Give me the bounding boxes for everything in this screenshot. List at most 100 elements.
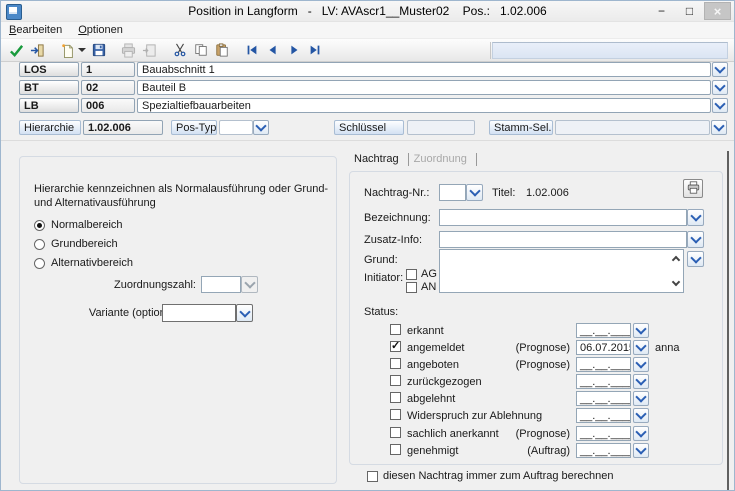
status-row-tag: (Prognose)	[500, 359, 570, 371]
new-dropdown-button[interactable]	[78, 40, 88, 60]
radio-icon	[34, 220, 45, 231]
nav-last-button[interactable]	[304, 40, 325, 60]
checkbox-icon[interactable]	[390, 341, 401, 352]
radio-icon	[34, 239, 45, 250]
checkbox-icon	[406, 269, 417, 280]
checkbox-nachtrag-zum-auftrag[interactable]: diesen Nachtrag immer zum Auftrag berech…	[367, 470, 614, 482]
hierarchy-value[interactable]: 1.02.006	[83, 120, 163, 135]
checkbox-label: AG	[421, 268, 437, 280]
copy-icon	[194, 43, 208, 57]
checkbox-icon[interactable]	[390, 358, 401, 369]
nachtrag-nr-field[interactable]	[439, 184, 466, 201]
status-date-dropdown-button[interactable]	[633, 323, 649, 338]
new-button[interactable]	[57, 40, 78, 60]
checkbox-icon[interactable]	[390, 409, 401, 420]
checkbox-icon[interactable]	[390, 375, 401, 386]
tab-strip: Nachtrag Zuordnung	[349, 151, 477, 167]
variante-dropdown-button[interactable]	[236, 304, 253, 322]
new-document-icon	[61, 43, 75, 58]
bezeichnung-field[interactable]	[439, 209, 687, 226]
status-date-field[interactable]: __.__.____	[576, 408, 631, 423]
menu-optionen[interactable]: Optionen	[78, 24, 123, 36]
chevron-down-icon	[635, 357, 646, 368]
status-date-dropdown-button[interactable]	[633, 443, 649, 458]
grid-value-lb[interactable]: 006	[81, 98, 135, 113]
tab-nachtrag[interactable]: Nachtrag	[349, 153, 409, 166]
cut-button[interactable]	[169, 40, 190, 60]
close-button[interactable]: ×	[704, 2, 731, 20]
print-button-disabled	[118, 40, 139, 60]
copy-button[interactable]	[190, 40, 211, 60]
checkbox-icon[interactable]	[390, 324, 401, 335]
status-row-label: zurückgezogen	[407, 376, 482, 388]
stamm-sel-field[interactable]	[555, 120, 710, 135]
grid-key-bt: BT	[19, 80, 79, 95]
print-longtext-button[interactable]	[683, 179, 703, 198]
menu-bearbeiten[interactable]: Bearbeiten	[9, 24, 62, 36]
grid-desc-lb[interactable]: Spezialtiefbauarbeiten	[137, 98, 711, 113]
stamm-sel-dropdown-button[interactable]	[711, 120, 727, 135]
nachtrag-nr-dropdown-button[interactable]	[466, 184, 483, 201]
checkbox-icon[interactable]	[390, 444, 401, 455]
menubar: Bearbeiten Optionen	[1, 22, 734, 39]
bezeichnung-dropdown-button[interactable]	[687, 209, 704, 226]
chevron-down-icon	[469, 185, 480, 196]
panel-splitter[interactable]	[727, 151, 729, 491]
status-date-field[interactable]: __.__.____	[576, 391, 631, 406]
pos-typ-field[interactable]	[219, 120, 253, 135]
printer-icon	[121, 43, 136, 58]
status-date-dropdown-button[interactable]	[633, 340, 649, 355]
checkbox-label: diesen Nachtrag immer zum Auftrag berech…	[383, 470, 614, 482]
zusatz-info-dropdown-button[interactable]	[687, 231, 704, 248]
printer-icon	[687, 181, 700, 197]
status-date-field[interactable]: __.__.____	[576, 357, 631, 372]
grid-desc-bt[interactable]: Bauteil B	[137, 80, 711, 95]
grid-lb-dropdown-button[interactable]	[712, 98, 728, 113]
nav-prev-button[interactable]	[262, 40, 283, 60]
checkbox-icon[interactable]	[390, 427, 401, 438]
paste-button[interactable]	[211, 40, 232, 60]
minimize-button[interactable]: −	[648, 2, 675, 20]
radio-grundbereich[interactable]: Grundbereich	[34, 238, 118, 250]
status-date-dropdown-button[interactable]	[633, 374, 649, 389]
confirm-button[interactable]	[6, 40, 27, 60]
status-date-dropdown-button[interactable]	[633, 426, 649, 441]
checkbox-icon[interactable]	[390, 392, 401, 403]
tab-zuordnung[interactable]: Zuordnung	[409, 153, 477, 166]
grid-value-bt[interactable]: 02	[81, 80, 135, 95]
save-button[interactable]	[88, 40, 109, 60]
status-date-dropdown-button[interactable]	[633, 357, 649, 372]
titel-value: 1.02.006	[526, 187, 569, 199]
status-date-field[interactable]: __.__.____	[576, 374, 631, 389]
status-date-dropdown-button[interactable]	[633, 408, 649, 423]
grund-dropdown-button[interactable]	[687, 251, 704, 267]
status-date-field[interactable]: __.__.____	[576, 323, 631, 338]
checkbox-icon	[367, 471, 378, 482]
grid-los-dropdown-button[interactable]	[712, 62, 728, 77]
grid-value-los[interactable]: 1	[81, 62, 135, 77]
grid-desc-los[interactable]: Bauabschnitt 1	[137, 62, 711, 77]
exit-button[interactable]	[27, 40, 48, 60]
radio-alternativbereich[interactable]: Alternativbereich	[34, 257, 133, 269]
maximize-button[interactable]: □	[676, 2, 703, 20]
checkbox-ag[interactable]: AG	[406, 268, 437, 280]
status-date-dropdown-button[interactable]	[633, 391, 649, 406]
checkbox-an[interactable]: AN	[406, 281, 436, 293]
grund-textarea[interactable]	[439, 249, 684, 293]
status-row-label: genehmigt	[407, 445, 458, 457]
nav-first-button[interactable]	[241, 40, 262, 60]
nav-next-button[interactable]	[283, 40, 304, 60]
status-date-field[interactable]: 06.07.2015	[576, 340, 631, 355]
nachtrag-nr-label: Nachtrag-Nr.:	[364, 187, 429, 199]
app-icon	[6, 4, 22, 20]
radio-normalbereich[interactable]: Normalbereich	[34, 219, 123, 231]
zusatz-info-field[interactable]	[439, 231, 687, 248]
variante-field[interactable]	[162, 304, 236, 322]
pos-typ-dropdown-button[interactable]	[253, 120, 269, 135]
schluessel-field[interactable]	[407, 120, 475, 135]
grid-bt-dropdown-button[interactable]	[712, 80, 728, 95]
status-date-field[interactable]: __.__.____	[576, 426, 631, 441]
status-date-field[interactable]: __.__.____	[576, 443, 631, 458]
nav-last-icon	[308, 43, 322, 57]
chevron-down-icon	[635, 374, 646, 385]
